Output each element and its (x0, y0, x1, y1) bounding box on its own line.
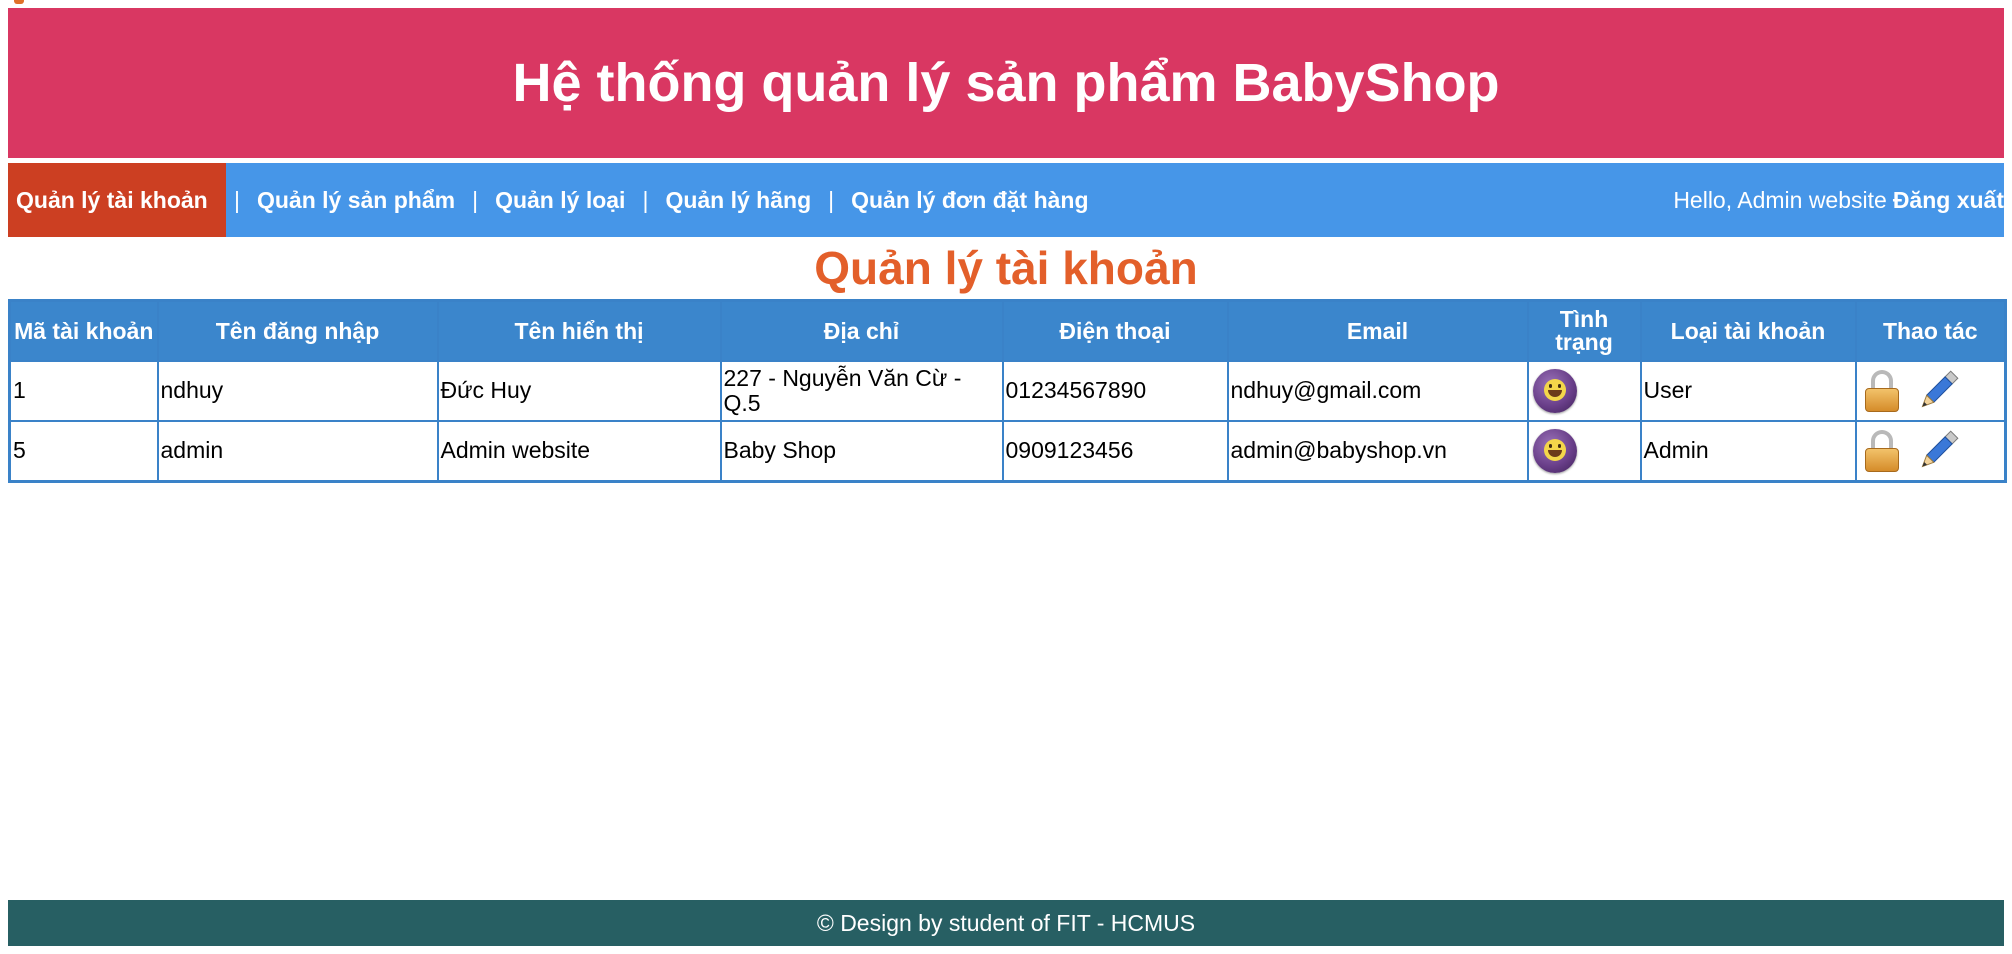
nav-item-orders[interactable]: Quản lý đơn đặt hàng (842, 163, 1097, 237)
nav-separator: | (234, 186, 240, 213)
cell-id: 5 (8, 420, 159, 483)
nav-item-brands[interactable]: Quản lý hãng (656, 163, 820, 237)
greeting-text: Hello, Admin website (1673, 186, 1887, 213)
nav-separator: | (828, 186, 835, 213)
logout-link[interactable]: Đăng xuất (1893, 187, 2004, 214)
nav-item-accounts[interactable]: Quản lý tài khoản (8, 163, 226, 237)
cell-address: 227 - Nguyễn Văn Cừ - Q.5 (719, 360, 1004, 422)
footer-text: © Design by student of FIT - HCMUS (816, 909, 1196, 936)
column-header-address: Địa chỉ (719, 299, 1004, 362)
pencil-icon[interactable] (1913, 366, 1963, 416)
cell-actions (1854, 420, 2007, 483)
column-header-email: Email (1226, 299, 1529, 362)
pencil-icon[interactable] (1913, 426, 1963, 476)
column-header-phone: Điện thoại (1001, 299, 1229, 362)
cell-phone: 01234567890 (1001, 360, 1229, 422)
site-title: Hệ thống quản lý sản phẩm BabyShop (512, 53, 1500, 113)
nav-separator: | (472, 186, 479, 213)
main-nav: Quản lý tài khoản | Quản lý sản phẩm | Q… (8, 163, 2004, 237)
smiley-icon[interactable] (1532, 369, 1577, 413)
nav-separator: | (642, 186, 649, 213)
cell-id: 1 (8, 360, 159, 422)
table-header-row: Mã tài khoản Tên đăng nhập Tên hiển thị … (8, 299, 2007, 362)
column-header-actions: Thao tác (1854, 299, 2007, 362)
cell-account-type: Admin (1639, 420, 1857, 483)
cell-email: ndhuy@gmail.com (1226, 360, 1529, 422)
cell-email: admin@babyshop.vn (1226, 420, 1529, 483)
lock-icon[interactable] (1864, 370, 1899, 412)
page-title: Quản lý tài khoản (814, 242, 1198, 294)
cell-actions (1854, 360, 2007, 422)
accounts-table: Mã tài khoản Tên đăng nhập Tên hiển thị … (8, 299, 2007, 483)
column-header-display-name: Tên hiển thị (436, 299, 722, 362)
table-row: 1 ndhuy Đức Huy 227 - Nguyễn Văn Cừ - Q.… (8, 360, 2007, 422)
cell-status (1526, 360, 1642, 422)
table-row: 5 admin Admin website Baby Shop 09091234… (8, 420, 2007, 483)
nav-item-categories[interactable]: Quản lý loại (486, 163, 634, 237)
nav-item-products[interactable]: Quản lý sản phẩm (248, 163, 464, 237)
cell-phone: 0909123456 (1001, 420, 1229, 483)
site-footer: © Design by student of FIT - HCMUS (8, 900, 2004, 946)
lock-icon[interactable] (1864, 430, 1899, 472)
column-header-status: Tình trạng (1526, 299, 1642, 362)
column-header-account-type: Loại tài khoản (1639, 299, 1857, 362)
cell-display-name: Đức Huy (436, 360, 722, 422)
site-header: Hệ thống quản lý sản phẩm BabyShop (8, 8, 2004, 158)
cell-status (1526, 420, 1642, 483)
cell-username: ndhuy (156, 360, 439, 422)
cell-username: admin (156, 420, 439, 483)
corner-mark (14, 0, 24, 4)
cell-display-name: Admin website (436, 420, 722, 483)
cell-address: Baby Shop (719, 420, 1004, 483)
cell-account-type: User (1639, 360, 1857, 422)
user-area: Hello, Admin website Đăng xuất (1673, 187, 2004, 214)
column-header-username: Tên đăng nhập (156, 299, 439, 362)
smiley-icon[interactable] (1532, 429, 1577, 473)
column-header-id: Mã tài khoản (8, 299, 159, 362)
